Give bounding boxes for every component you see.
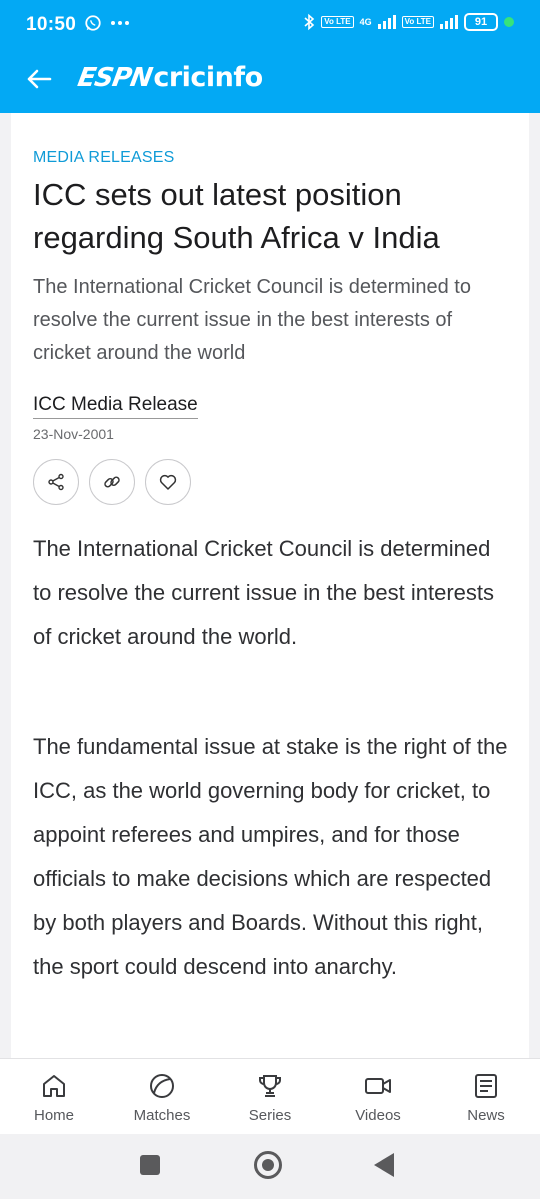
arrow-left-icon[interactable]: [24, 64, 54, 94]
top-bar: 10:50 Vo LTE 4G Vo LTE 91 ESPN cricinfo: [0, 0, 540, 113]
status-bar: 10:50 Vo LTE 4G Vo LTE 91: [0, 0, 540, 50]
nav-matches[interactable]: Matches: [108, 1059, 216, 1135]
nav-videos[interactable]: Videos: [324, 1059, 432, 1135]
recents-button[interactable]: [140, 1155, 160, 1175]
signal-icon-2: [440, 15, 458, 29]
network-type: 4G: [359, 17, 372, 27]
article-actions: [33, 459, 191, 505]
favourite-button[interactable]: [145, 459, 191, 505]
nav-label: News: [467, 1107, 505, 1124]
news-icon: [475, 1074, 497, 1098]
ball-icon: [150, 1074, 174, 1098]
heart-icon: [159, 474, 177, 490]
bluetooth-icon: [304, 13, 315, 31]
home-button[interactable]: [254, 1151, 282, 1179]
link-icon: [104, 476, 120, 488]
author-link[interactable]: ICC Media Release: [33, 394, 198, 419]
espncricinfo-logo: ESPN cricinfo: [75, 62, 263, 93]
article-title: ICC sets out latest position regarding S…: [33, 177, 440, 255]
article-card: MEDIA RELEASES ICC sets out latest posit…: [11, 113, 529, 1058]
system-navigation-bar: [0, 1134, 540, 1199]
nav-home[interactable]: Home: [0, 1059, 108, 1135]
nav-label: Matches: [133, 1107, 191, 1124]
video-icon: [365, 1078, 391, 1094]
nav-label: Videos: [355, 1107, 401, 1124]
share-button[interactable]: [33, 459, 79, 505]
article-paragraph: The International Cricket Council is det…: [33, 536, 495, 649]
volte-tag-1: Vo LTE: [321, 16, 354, 28]
section-label[interactable]: MEDIA RELEASES: [33, 149, 175, 167]
status-dot: [504, 17, 514, 27]
share-icon: [48, 473, 64, 491]
nav-series[interactable]: Series: [216, 1059, 324, 1135]
whatsapp-icon: [85, 15, 101, 31]
battery-level: 91: [474, 16, 488, 28]
trophy-icon: [258, 1075, 282, 1097]
volte-tag-2: Vo LTE: [401, 16, 434, 28]
home-icon: [43, 1075, 65, 1097]
back-button[interactable]: [374, 1153, 394, 1177]
more-dots-icon: [111, 21, 129, 25]
battery-icon: 91: [464, 13, 498, 31]
app-bar: ESPN cricinfo: [0, 50, 540, 113]
nav-news[interactable]: News: [432, 1059, 540, 1135]
article-summary: The International Cricket Council is det…: [33, 276, 471, 364]
copy-link-button[interactable]: [89, 459, 135, 505]
publish-date: 23-Nov-2001: [33, 426, 114, 442]
status-time: 10:50: [26, 14, 77, 35]
nav-label: Home: [33, 1107, 74, 1124]
article-paragraph: The fundamental issue at stake is the ri…: [33, 734, 508, 979]
bottom-navigation: Home Matches Series Videos News: [0, 1058, 540, 1134]
nav-label: Series: [248, 1107, 292, 1124]
signal-icon: [377, 15, 396, 29]
